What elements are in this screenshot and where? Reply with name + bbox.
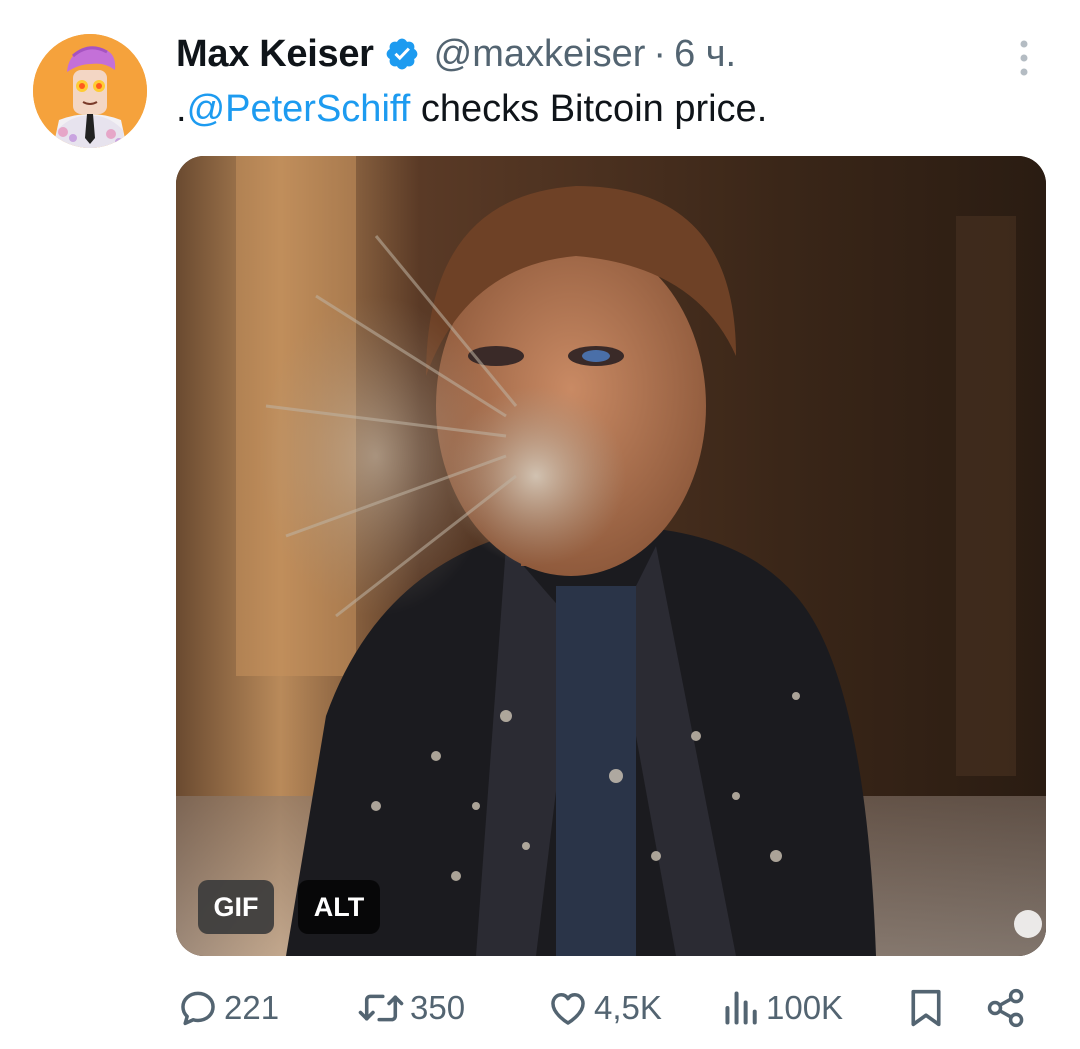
reply-button[interactable]: 221 bbox=[176, 980, 279, 1036]
mention-link[interactable]: @PeterSchiff bbox=[187, 88, 411, 130]
share-icon bbox=[984, 986, 1028, 1030]
like-icon bbox=[546, 986, 590, 1030]
alt-text-button[interactable]: ALT bbox=[298, 880, 380, 934]
share-button[interactable] bbox=[984, 980, 1028, 1036]
avatar[interactable] bbox=[33, 34, 147, 148]
tweet-text-body: checks Bitcoin price. bbox=[410, 88, 768, 130]
display-name[interactable]: Max Keiser bbox=[176, 30, 374, 78]
verified-icon bbox=[384, 36, 420, 72]
gif-badge: GIF bbox=[198, 880, 274, 934]
repost-button[interactable]: 350 bbox=[356, 980, 465, 1036]
author-handle[interactable]: @maxkeiser bbox=[434, 30, 646, 78]
views-icon bbox=[722, 986, 762, 1030]
tweet-header: Max Keiser @maxkeiser · 6 ч. bbox=[176, 30, 736, 78]
tweet-time[interactable]: 6 ч. bbox=[674, 30, 736, 78]
like-button[interactable]: 4,5K bbox=[546, 980, 662, 1036]
views-button[interactable]: 100K bbox=[722, 980, 843, 1036]
separator-dot: · bbox=[653, 33, 667, 75]
avatar-image bbox=[33, 34, 147, 148]
bookmark-icon bbox=[906, 986, 946, 1030]
repost-icon bbox=[356, 986, 406, 1030]
reply-icon bbox=[176, 986, 220, 1030]
tweet-text-prefix: . bbox=[176, 88, 187, 130]
views-count: 100K bbox=[766, 989, 844, 1026]
reply-count: 221 bbox=[224, 989, 280, 1026]
more-icon[interactable] bbox=[1010, 38, 1038, 78]
action-bar: 221 350 4,5K 100K bbox=[0, 980, 1080, 1036]
bookmark-button[interactable] bbox=[906, 980, 946, 1036]
repost-count: 350 bbox=[410, 989, 466, 1026]
tweet[interactable]: Max Keiser @maxkeiser · 6 ч. .@PeterSchi… bbox=[0, 0, 1080, 1049]
gif-frame bbox=[176, 156, 1046, 956]
gif-media[interactable] bbox=[176, 156, 1046, 956]
tweet-text: .@PeterSchiff checks Bitcoin price. bbox=[176, 84, 767, 134]
like-count: 4,5K bbox=[594, 989, 662, 1026]
